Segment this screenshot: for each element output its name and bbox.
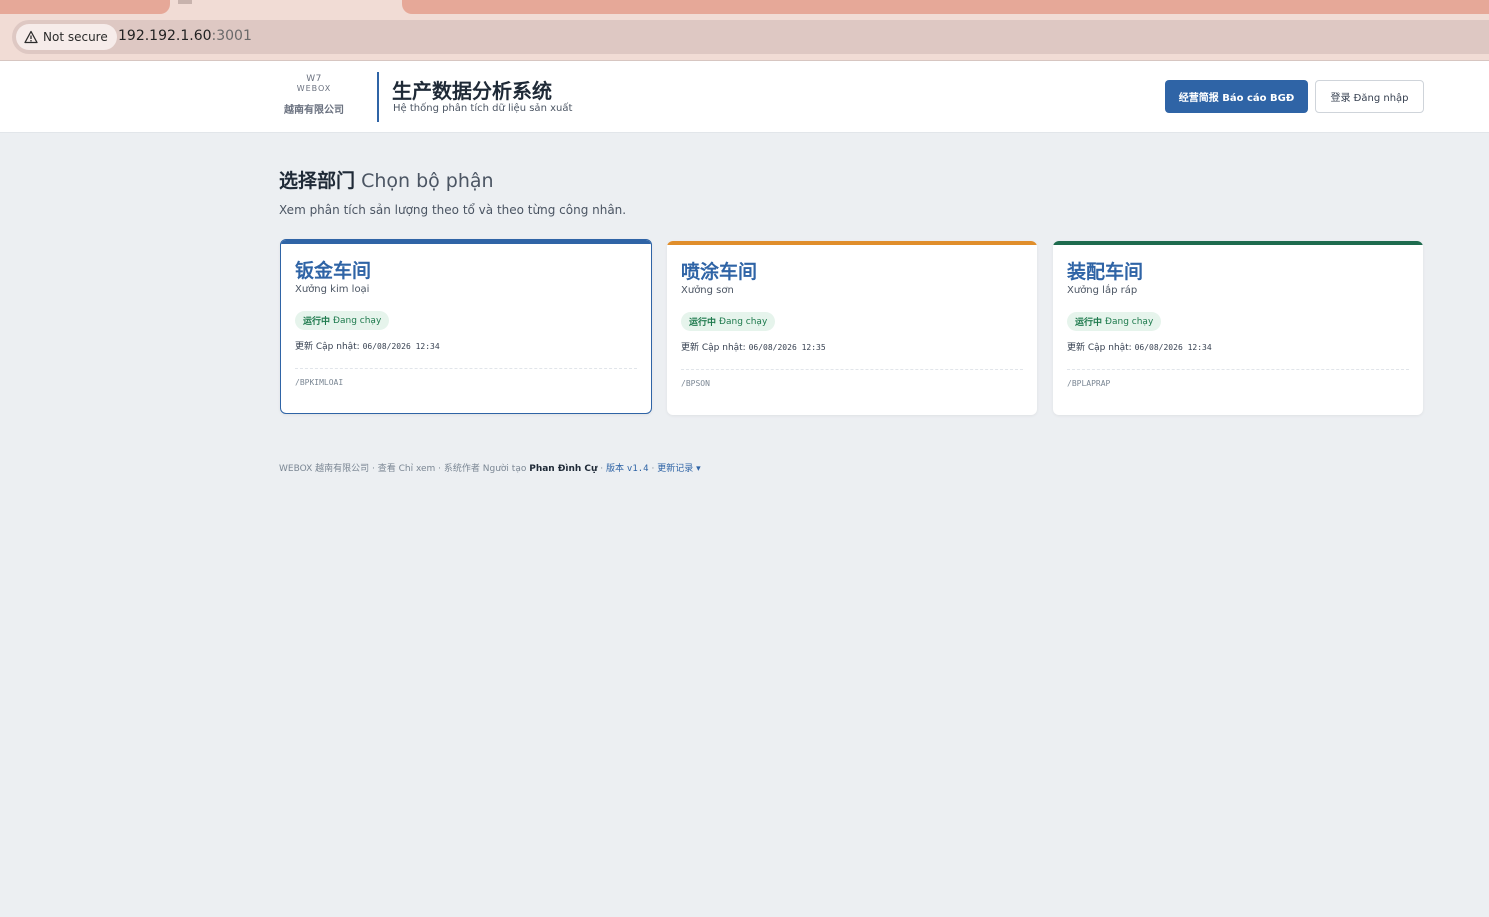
updated-label: 更新 Cập nhật:	[681, 343, 746, 353]
footer-company: WEBOX 越南有限公司	[279, 464, 370, 474]
header-divider	[377, 72, 379, 122]
url-field[interactable]: Not secure 192.192.1.60:3001	[12, 20, 1489, 54]
card-divider	[681, 369, 1023, 370]
updated-time: 更新 Cập nhật: 06/08/2026 12:34	[295, 339, 440, 352]
department-card-lap-rap[interactable]: 装配车间 Xưởng lắp ráp 运行中 Đang chạy 更新 Cập n…	[1053, 241, 1423, 415]
page-footer: WEBOX 越南有限公司 · 查看 Chỉ xem · 系统作者 Người t…	[279, 461, 701, 474]
url-text[interactable]: 192.192.1.60:3001	[118, 28, 252, 44]
changelog-link[interactable]: 更新记录	[657, 464, 693, 474]
page-title: 选择部门 Chọn bộ phận	[279, 166, 494, 193]
card-accent-bar	[1053, 241, 1423, 245]
card-divider	[295, 368, 637, 369]
card-subtitle: Xưởng kim loại	[295, 284, 370, 295]
footer-separator: ·	[435, 464, 444, 474]
card-accent-bar	[667, 241, 1037, 245]
footer-view-mode: 查看 Chỉ xem	[377, 464, 436, 474]
page-description: Xem phân tích sản lượng theo tổ và theo …	[279, 203, 627, 217]
footer-separator: ·	[597, 464, 607, 474]
security-chip[interactable]: Not secure	[16, 24, 117, 50]
updated-time: 更新 Cập nhật: 06/08/2026 12:34	[1067, 340, 1212, 353]
updated-label: 更新 Cập nhật:	[1067, 343, 1132, 353]
status-vi: Đang chạy	[333, 315, 382, 326]
updated-value: 06/08/2026 12:35	[748, 343, 826, 352]
updated-value: 06/08/2026 12:34	[362, 342, 440, 351]
page-title-vi: Chọn bộ phận	[361, 170, 494, 192]
card-title: 钣金车间	[295, 260, 372, 282]
app-header: W7 WEBOX 越南有限公司 生产数据分析系统 Hệ thống phân t…	[0, 61, 1489, 133]
updated-time: 更新 Cập nhật: 06/08/2026 12:35	[681, 340, 826, 353]
updated-label: 更新 Cập nhật:	[295, 342, 360, 352]
department-code: /BPLAPRAP	[1067, 379, 1111, 388]
company-logo[interactable]: W7 WEBOX 越南有限公司	[279, 74, 349, 117]
status-badge: 运行中 Đang chạy	[295, 311, 390, 330]
company-name: 越南有限公司	[284, 105, 344, 116]
warning-icon	[24, 30, 38, 44]
department-code: /BPSON	[681, 379, 710, 388]
browser-tab-icon[interactable]	[178, 0, 192, 4]
report-button[interactable]: 经营简报 Báo cáo BGĐ	[1165, 80, 1308, 113]
login-button[interactable]: 登录 Đăng nhập	[1315, 80, 1424, 113]
card-accent-bar	[281, 240, 651, 244]
footer-author: Phan Đình Cự	[529, 464, 598, 474]
status-vi: Đang chạy	[719, 316, 768, 327]
browser-tab-area[interactable]	[402, 0, 1489, 14]
card-divider	[1067, 369, 1409, 370]
footer-author-label: 系统作者 Người tạo	[443, 464, 527, 474]
department-card-son[interactable]: 喷涂车间 Xưởng sơn 运行中 Đang chạy 更新 Cập nhật:…	[667, 241, 1037, 415]
status-zh: 运行中	[689, 318, 717, 328]
footer-separator: ·	[369, 464, 378, 474]
department-card-kim-loai[interactable]: 钣金车间 Xưởng kim loại 运行中 Đang chạy 更新 Cập …	[280, 239, 652, 414]
status-vi: Đang chạy	[1105, 316, 1154, 327]
department-code: /BPKIMLOAI	[295, 378, 344, 387]
status-zh: 运行中	[303, 317, 331, 327]
page-title-zh: 选择部门	[279, 170, 356, 192]
footer-version-label: 版本	[606, 464, 625, 474]
app-subtitle: Hệ thống phân tích dữ liệu sản xuất	[393, 103, 573, 114]
card-subtitle: Xưởng lắp ráp	[1067, 285, 1138, 296]
url-port: :3001	[211, 28, 252, 44]
browser-address-bar: Not secure 192.192.1.60:3001	[0, 14, 1489, 60]
status-badge: 运行中 Đang chạy	[1067, 312, 1162, 331]
card-title: 装配车间	[1067, 261, 1144, 283]
footer-version: v1.4	[626, 464, 649, 474]
card-title: 喷涂车间	[681, 261, 758, 283]
browser-tabstrip	[0, 0, 1489, 14]
url-host: 192.192.1.60	[118, 28, 212, 44]
browser-tab[interactable]	[0, 0, 170, 14]
logo-mark: W7	[306, 74, 322, 84]
app-title: 生产数据分析系统	[392, 79, 552, 103]
updated-value: 06/08/2026 12:34	[1134, 343, 1212, 352]
security-label: Not secure	[43, 30, 108, 44]
status-zh: 运行中	[1075, 318, 1103, 328]
card-subtitle: Xưởng sơn	[681, 285, 734, 296]
chevron-down-icon[interactable]: ▾	[696, 464, 701, 474]
footer-separator: ·	[648, 464, 658, 474]
status-badge: 运行中 Đang chạy	[681, 312, 776, 331]
logo-wordmark: WEBOX	[296, 84, 332, 93]
